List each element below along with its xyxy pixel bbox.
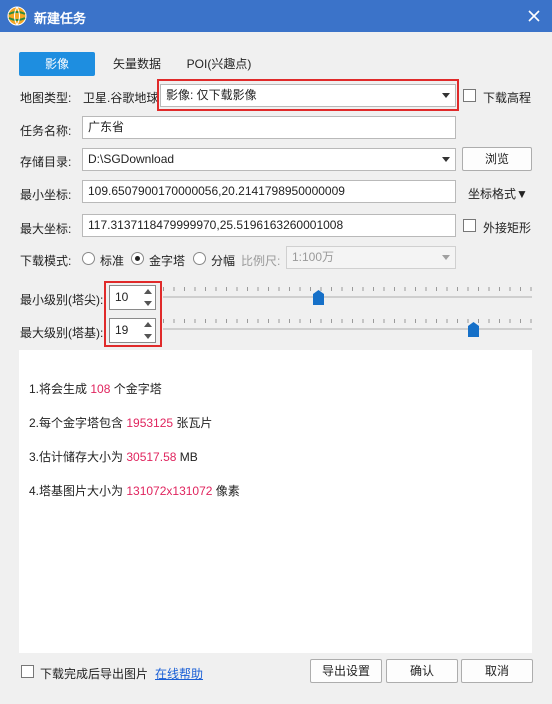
export-after-download-checkbox[interactable] (21, 665, 34, 678)
min-coord-label: 最小坐标: (20, 188, 72, 202)
download-mode-label: 下载模式: (20, 254, 72, 268)
slider-thumb[interactable] (467, 322, 479, 337)
map-type-selected: 影像: 仅下载影像 (166, 88, 257, 102)
window-title: 新建任务 (34, 11, 87, 26)
mode-pyramid-label: 金字塔 (149, 254, 186, 268)
summary-text: 2.每个金字塔包含 (29, 416, 124, 430)
summary-image-size: 4.塔基图片大小为 131072x131072 像素 (29, 482, 240, 499)
online-help-link[interactable]: 在线帮助 (155, 667, 203, 681)
confirm-button[interactable]: 确认 (386, 659, 458, 683)
task-name-label: 任务名称: (20, 124, 72, 138)
export-after-download-label: 下载完成后导出图片 (40, 667, 149, 681)
map-source-label: 卫星.谷歌地球 (83, 91, 159, 105)
max-level-slider[interactable] (163, 316, 532, 340)
max-level-value: 19 (115, 323, 129, 337)
summary-text: 像素 (215, 484, 240, 498)
max-level-stepper[interactable]: 19 (109, 318, 156, 343)
close-icon[interactable] (524, 6, 544, 26)
title-bar: 新建任务 (0, 0, 552, 32)
mode-sheet-radio[interactable] (193, 252, 206, 265)
decrement-arrow-icon[interactable] (144, 301, 152, 306)
summary-pyramid-count: 1.将会生成 108 个金字塔 (29, 380, 162, 397)
download-elevation-checkbox[interactable] (463, 89, 476, 102)
cancel-button[interactable]: 取消 (461, 659, 533, 683)
export-settings-button[interactable]: 导出设置 (310, 659, 382, 683)
summary-panel: 1.将会生成 108 个金字塔 2.每个金字塔包含 1953125 张瓦片 3.… (19, 350, 532, 653)
chevron-down-icon (442, 93, 450, 98)
max-coord-label: 最大坐标: (20, 222, 72, 236)
summary-text: 个金字塔 (113, 382, 162, 396)
slider-track (163, 296, 532, 298)
tab-imagery[interactable]: 影像 (19, 52, 95, 76)
slider-thumb[interactable] (312, 290, 324, 305)
storage-label: 存储目录: (20, 155, 72, 169)
storage-dir-value: D:\SGDownload (88, 152, 175, 166)
chevron-down-icon (442, 157, 450, 162)
summary-text: 1.将会生成 (29, 382, 88, 396)
storage-dir-select[interactable]: D:\SGDownload (82, 148, 456, 171)
summary-text: 3.估计储存大小为 (29, 450, 124, 464)
summary-storage-size: 3.估计储存大小为 30517.58 MB (29, 448, 198, 465)
mode-standard-radio[interactable] (82, 252, 95, 265)
summary-text: 张瓦片 (176, 416, 213, 430)
min-level-label: 最小级别(塔尖): (20, 293, 104, 307)
summary-value: 1953125 (126, 416, 174, 430)
scale-label: 比例尺: (241, 254, 281, 268)
task-name-input[interactable]: 广东省 (82, 116, 456, 139)
map-type-label: 地图类型: (20, 91, 72, 105)
scale-select[interactable]: 1:100万 (286, 246, 456, 269)
max-level-label: 最大级别(塔基): (20, 326, 104, 340)
slider-ticks (163, 287, 532, 291)
decrement-arrow-icon[interactable] (144, 334, 152, 339)
mode-sheet-label: 分幅 (211, 254, 236, 268)
summary-text: MB (179, 450, 198, 464)
tab-vector-data[interactable]: 矢量数据 (104, 52, 170, 76)
summary-text: 4.塔基图片大小为 (29, 484, 124, 498)
max-coord-input[interactable]: 117.3137118479999970,25.5196163260001008 (82, 214, 456, 237)
summary-value: 131072x131072 (126, 484, 213, 498)
min-level-slider[interactable] (163, 284, 532, 308)
min-level-value: 10 (115, 290, 129, 304)
increment-arrow-icon[interactable] (144, 289, 152, 294)
summary-value: 30517.58 (126, 450, 177, 464)
min-coord-input[interactable]: 109.6507900170000056,20.2141798950000009 (82, 180, 456, 203)
summary-value: 108 (90, 382, 111, 396)
scale-value: 1:100万 (292, 250, 335, 264)
app-globe-icon (7, 6, 27, 26)
mode-standard-label: 标准 (100, 254, 125, 268)
bounding-rect-checkbox[interactable] (463, 219, 476, 232)
mode-pyramid-radio[interactable] (131, 252, 144, 265)
map-type-select[interactable]: 影像: 仅下载影像 (160, 84, 456, 107)
bounding-rect-label: 外接矩形 (483, 221, 532, 235)
increment-arrow-icon[interactable] (144, 322, 152, 327)
coord-format-dropdown[interactable]: 坐标格式▼ (468, 185, 528, 202)
tab-poi[interactable]: POI(兴趣点) (178, 52, 260, 76)
summary-tile-count: 2.每个金字塔包含 1953125 张瓦片 (29, 414, 212, 431)
browse-button[interactable]: 浏览 (462, 147, 532, 171)
download-elevation-label: 下载高程 (483, 91, 532, 105)
chevron-down-icon (442, 255, 450, 260)
min-level-stepper[interactable]: 10 (109, 285, 156, 310)
